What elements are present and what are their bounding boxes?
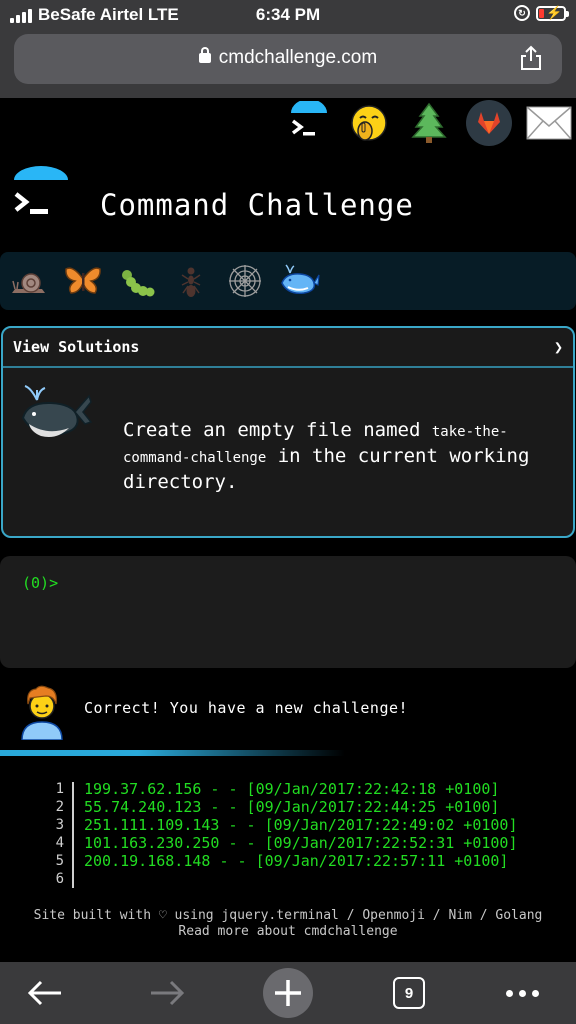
ant-icon[interactable] xyxy=(170,260,212,302)
orientation-lock-icon: ↻ xyxy=(514,5,530,21)
tab-count: 9 xyxy=(393,977,425,1009)
code-line: 101.163.230.250 - - [09/Jan/2017:22:52:3… xyxy=(84,834,518,852)
view-solutions-header[interactable]: View Solutions ❯ xyxy=(3,328,573,368)
code-line: 199.37.62.156 - - [09/Jan/2017:22:42:18 … xyxy=(84,780,500,798)
line-numbers: 1 2 3 4 5 6 xyxy=(36,780,64,888)
share-icon[interactable] xyxy=(520,45,542,71)
clock: 6:34 PM xyxy=(255,5,321,24)
footer-read-more-link[interactable]: Read more about cmdchallenge xyxy=(0,924,576,940)
footer-credits[interactable]: Site built with ♡ using jquery.terminal … xyxy=(0,908,576,924)
forward-button[interactable] xyxy=(142,970,192,1016)
file-preview: 1 2 3 4 5 6 199.37.62.156 - - [09/Jan/20… xyxy=(0,780,576,890)
battery-icon: ⚡ xyxy=(536,5,569,21)
spider-web-icon[interactable] xyxy=(224,260,266,302)
new-tab-button[interactable] xyxy=(263,968,313,1018)
line-number: 6 xyxy=(55,871,64,887)
code-line: 200.19.168.148 - - [09/Jan/2017:22:57:11… xyxy=(84,852,509,870)
more-button[interactable] xyxy=(497,970,547,1016)
view-solutions-label: View Solutions xyxy=(13,338,140,356)
terminal-prompt: (0)> xyxy=(22,574,59,592)
tree-icon[interactable] xyxy=(406,100,452,146)
person-avatar-icon xyxy=(18,684,66,745)
shushing-face-icon[interactable] xyxy=(346,100,392,146)
line-number: 5 xyxy=(55,853,64,869)
line-number: 4 xyxy=(55,835,64,851)
code-line: 55.74.240.123 - - [09/Jan/2017:22:44:25 … xyxy=(84,798,500,816)
whale-icon xyxy=(17,382,93,453)
lock-icon xyxy=(198,47,211,63)
result-message: Correct! You have a new challenge! xyxy=(84,699,409,717)
description-text-start: Create an empty file named xyxy=(123,419,432,441)
browser-top-bar: BeSafe Airtel LTE 6:34 PM ↻ ⚡ cmdchallen… xyxy=(0,0,576,98)
divider xyxy=(0,750,345,756)
header-icons xyxy=(286,100,572,146)
chevron-right-icon[interactable]: ❯ xyxy=(554,338,563,356)
butterfly-icon[interactable] xyxy=(62,260,104,302)
terminal-icon[interactable] xyxy=(286,100,332,146)
status-bar: BeSafe Airtel LTE 6:34 PM ↻ ⚡ xyxy=(0,0,576,32)
back-button[interactable] xyxy=(20,970,70,1016)
code-line: 251.111.109.143 - - [09/Jan/2017:22:49:0… xyxy=(84,816,518,834)
line-number: 3 xyxy=(55,817,64,833)
plus-icon xyxy=(263,968,313,1018)
arrow-left-icon xyxy=(27,980,61,1006)
mail-icon[interactable] xyxy=(526,100,572,146)
caterpillar-icon[interactable] xyxy=(116,260,158,302)
gutter-divider xyxy=(72,782,74,888)
tabs-button[interactable]: 9 xyxy=(384,970,434,1016)
arrow-right-icon xyxy=(151,980,185,1006)
terminal-input[interactable]: (0)> xyxy=(0,556,576,668)
site-footer: Site built with ♡ using jquery.terminal … xyxy=(0,908,576,940)
whale-icon[interactable] xyxy=(278,260,320,302)
challenge-description: Create an empty file named take-the-comm… xyxy=(123,418,553,494)
more-icon xyxy=(505,989,539,997)
level-bar xyxy=(0,252,576,310)
code-lines: 199.37.62.156 - - [09/Jan/2017:22:42:18 … xyxy=(84,780,517,888)
address-bar[interactable]: cmdchallenge.com xyxy=(14,34,562,84)
logo-icon xyxy=(12,166,70,226)
gitlab-icon[interactable] xyxy=(466,100,512,146)
browser-toolbar: 9 xyxy=(0,962,576,1024)
url-text: cmdchallenge.com xyxy=(218,47,378,68)
status-indicators: ↻ ⚡ xyxy=(514,5,569,21)
line-number: 1 xyxy=(55,781,64,797)
page-title: Command Challenge xyxy=(100,188,414,222)
challenge-card: View Solutions ❯ Create an empty file na… xyxy=(1,326,575,538)
snail-icon[interactable] xyxy=(8,260,50,302)
line-number: 2 xyxy=(55,799,64,815)
